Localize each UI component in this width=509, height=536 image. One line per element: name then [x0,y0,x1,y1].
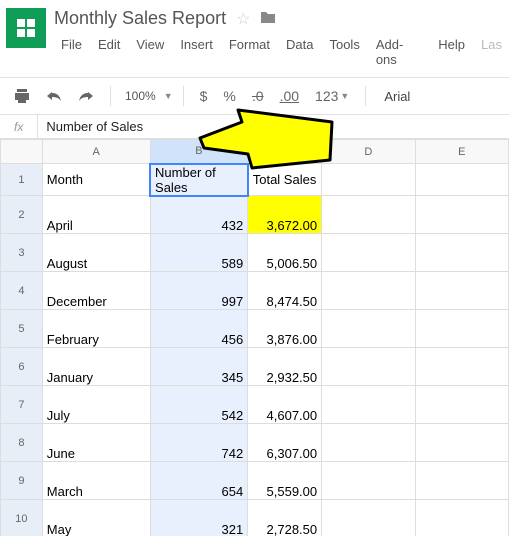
formula-input[interactable] [38,115,509,138]
percent-button[interactable]: % [217,84,241,108]
sheets-logo[interactable] [6,8,46,48]
cell[interactable]: January [42,348,150,386]
cell[interactable]: 456 [150,310,248,348]
undo-icon[interactable] [40,86,68,106]
select-all-corner[interactable] [1,140,43,164]
cell[interactable]: 432 [150,196,248,234]
cell[interactable]: 6,307.00 [248,424,322,462]
cell[interactable] [415,196,508,234]
cell-b1[interactable]: Number of Sales [150,164,248,196]
cell[interactable] [322,310,415,348]
cell[interactable]: 4,607.00 [248,386,322,424]
cell[interactable]: June [42,424,150,462]
cell[interactable]: 997 [150,272,248,310]
menu-help[interactable]: Help [431,33,472,71]
cell-c1[interactable]: Total Sales [248,164,322,196]
redo-icon[interactable] [72,86,100,106]
row-header[interactable]: 9 [1,462,43,500]
row-header[interactable]: 3 [1,234,43,272]
print-icon[interactable] [8,85,36,107]
cell[interactable] [322,196,415,234]
cell[interactable]: December [42,272,150,310]
cell[interactable] [415,386,508,424]
doc-title[interactable]: Monthly Sales Report [54,8,226,29]
cell[interactable] [415,348,508,386]
cell[interactable]: April [42,196,150,234]
cell[interactable]: 2,932.50 [248,348,322,386]
increase-decimal-button[interactable]: .00 [274,84,305,108]
cell[interactable]: July [42,386,150,424]
cell[interactable]: 742 [150,424,248,462]
star-icon[interactable]: ☆ [236,9,250,29]
folder-icon[interactable] [260,10,276,27]
cell[interactable] [322,424,415,462]
cell-d1[interactable] [322,164,415,196]
formula-bar: fx [0,115,509,139]
cell-e1[interactable] [415,164,508,196]
cell[interactable]: 589 [150,234,248,272]
menu-tools[interactable]: Tools [322,33,366,71]
fx-icon: fx [0,115,38,138]
cell[interactable]: August [42,234,150,272]
cell[interactable]: 3,672.00 [248,196,322,234]
menu-overflow: Las [474,33,509,71]
menu-addons[interactable]: Add-ons [369,33,429,71]
cell[interactable]: 321 [150,500,248,536]
row-header[interactable]: 7 [1,386,43,424]
more-formats-button[interactable]: 123▼ [309,84,355,108]
currency-button[interactable]: $ [194,84,214,108]
decrease-decimal-button[interactable]: .0 [246,84,270,108]
cell[interactable] [415,462,508,500]
menu-view[interactable]: View [129,33,171,71]
row-header[interactable]: 6 [1,348,43,386]
row-header[interactable]: 8 [1,424,43,462]
cell-a1[interactable]: Month [42,164,150,196]
col-header-a[interactable]: A [42,140,150,164]
menu-data[interactable]: Data [279,33,320,71]
row-header[interactable]: 4 [1,272,43,310]
cell[interactable] [322,500,415,536]
row-header[interactable]: 10 [1,500,43,536]
cell[interactable] [322,272,415,310]
cell[interactable]: 654 [150,462,248,500]
cell[interactable] [322,348,415,386]
menu-edit[interactable]: Edit [91,33,127,71]
cell[interactable]: March [42,462,150,500]
col-header-d[interactable]: D [322,140,415,164]
cell[interactable]: 5,559.00 [248,462,322,500]
cell[interactable]: February [42,310,150,348]
cell[interactable] [415,500,508,536]
spreadsheet-grid[interactable]: A B C D E 1 Month Number of Sales Total … [0,139,509,536]
cell[interactable] [322,462,415,500]
toolbar: 100% ▼ $ % .0 .00 123▼ Arial [0,77,509,115]
row-header[interactable]: 2 [1,196,43,234]
col-header-e[interactable]: E [415,140,508,164]
cell[interactable]: 8,474.50 [248,272,322,310]
row-header[interactable]: 5 [1,310,43,348]
col-header-b[interactable]: B [150,140,248,164]
cell[interactable]: 2,728.50 [248,500,322,536]
cell[interactable] [415,272,508,310]
menu-file[interactable]: File [54,33,89,71]
cell[interactable] [322,234,415,272]
cell[interactable] [415,234,508,272]
cell[interactable] [322,386,415,424]
zoom-dropdown-icon[interactable]: ▼ [164,91,173,101]
menu-insert[interactable]: Insert [173,33,220,71]
cell[interactable]: May [42,500,150,536]
cell[interactable]: 5,006.50 [248,234,322,272]
cell[interactable]: 345 [150,348,248,386]
cell[interactable]: 3,876.00 [248,310,322,348]
zoom-level[interactable]: 100% [121,87,160,105]
menu-format[interactable]: Format [222,33,277,71]
row-header-1[interactable]: 1 [1,164,43,196]
cell[interactable]: 542 [150,386,248,424]
col-header-c[interactable]: C [248,140,322,164]
font-selector[interactable]: Arial [376,89,418,104]
cell[interactable] [415,310,508,348]
cell[interactable] [415,424,508,462]
menu-bar: File Edit View Insert Format Data Tools … [54,33,509,71]
